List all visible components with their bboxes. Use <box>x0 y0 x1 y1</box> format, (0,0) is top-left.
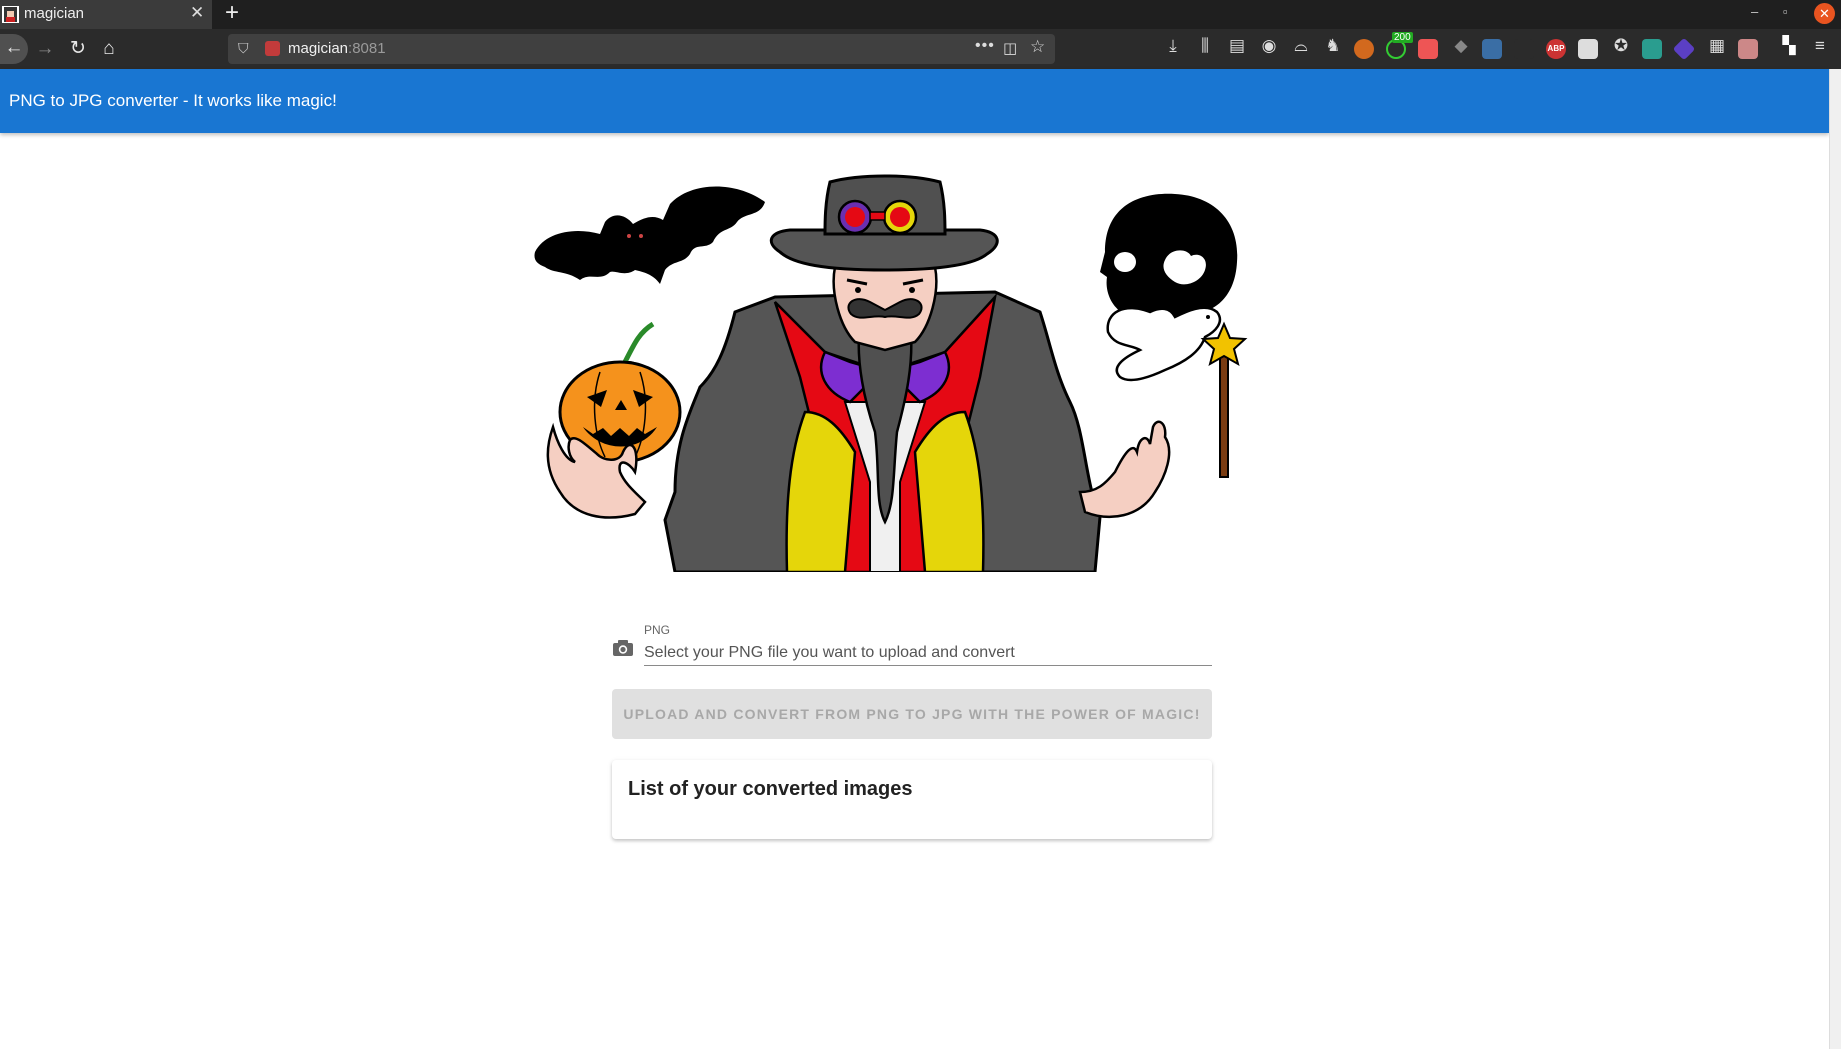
minimize-window-icon[interactable]: – <box>1751 4 1758 19</box>
extension-tampermonkey-icon[interactable] <box>1418 39 1438 59</box>
extension-grid-icon[interactable]: ▦ <box>1706 36 1728 56</box>
restore-window-icon[interactable]: ▫ <box>1783 4 1788 19</box>
home-icon[interactable]: ⌂ <box>95 35 123 63</box>
extension-badge: 200 <box>1392 32 1413 43</box>
site-identity-icon[interactable] <box>265 41 280 56</box>
extension-box-icon[interactable] <box>1578 39 1598 59</box>
reload-icon[interactable]: ↻ <box>64 35 92 63</box>
sidebar-icon[interactable]: ▤ <box>1226 36 1248 56</box>
tab-close-icon[interactable]: ✕ <box>190 3 204 23</box>
extension-gnu-icon[interactable]: ♞ <box>1322 36 1344 56</box>
converted-images-card: List of your converted images <box>612 760 1212 839</box>
magician-figure <box>663 174 1102 572</box>
extensions-icon[interactable]: ▚ <box>1778 36 1800 56</box>
extension-pink-icon[interactable] <box>1738 39 1758 59</box>
adblock-icon[interactable]: ABP <box>1546 39 1566 59</box>
png-field-label: PNG <box>644 623 671 637</box>
new-tab-plus-icon[interactable]: + <box>225 0 239 26</box>
browser-navigation-bar: ← → ↻ ⌂ ⛉ magician:8081 ••• ◫ ☆ ⤓ ⫼ ▤ ◉ … <box>0 29 1841 69</box>
app-title: PNG to JPG converter - It works like mag… <box>9 91 337 110</box>
library-icon[interactable]: ⫼ <box>1194 36 1216 56</box>
tracking-shield-icon[interactable]: ⛉ <box>238 40 249 57</box>
back-arrow-icon[interactable]: ← <box>0 34 28 64</box>
downloads-icon[interactable]: ⤓ <box>1162 36 1184 56</box>
browser-tab-strip: magician ✕ + – ▫ ✕ <box>0 0 1841 29</box>
hamburger-menu-icon[interactable]: ≡ <box>1809 36 1831 56</box>
extension-hat-icon[interactable]: ⌓ <box>1290 36 1312 56</box>
converted-images-title: List of your converted images <box>628 778 913 800</box>
forward-arrow-icon[interactable]: → <box>31 35 59 63</box>
upload-and-convert-button[interactable]: Upload and convert from PNG to JPG with … <box>612 689 1212 739</box>
camera-icon[interactable] <box>612 639 634 657</box>
pocket-icon[interactable]: ◫ <box>1003 39 1017 57</box>
extension-translate-icon[interactable] <box>1482 39 1502 59</box>
address-bar[interactable]: ⛉ magician:8081 ••• ◫ ☆ <box>228 34 1055 64</box>
magic-wand-icon <box>1200 321 1248 478</box>
bookmark-star-icon[interactable]: ☆ <box>1030 37 1045 57</box>
magician-illustration <box>534 174 1248 572</box>
close-window-icon[interactable]: ✕ <box>1814 3 1835 24</box>
page-actions-menu-icon[interactable]: ••• <box>975 37 995 55</box>
extension-firebug-icon[interactable] <box>1354 39 1374 59</box>
account-icon[interactable]: ◉ <box>1258 36 1280 56</box>
page-scrollbar[interactable] <box>1829 69 1841 1049</box>
right-hand-icon <box>1078 420 1171 519</box>
extension-diamond-icon[interactable] <box>1672 37 1696 61</box>
url-text: magician:8081 <box>288 40 386 57</box>
png-file-input-field[interactable]: PNG <box>612 618 1212 668</box>
extension-cookie-icon[interactable]: ✪ <box>1610 36 1632 56</box>
bat-icon <box>534 186 765 284</box>
dove-icon <box>1106 306 1222 382</box>
tab-title: magician <box>24 5 85 22</box>
browser-tab-magician[interactable]: magician ✕ <box>0 0 212 29</box>
extension-mail-icon[interactable] <box>1642 39 1662 59</box>
png-file-input[interactable] <box>644 640 1212 666</box>
extension-hidden-icon[interactable] <box>1514 39 1534 59</box>
app-toolbar: PNG to JPG converter - It works like mag… <box>0 69 1829 133</box>
magician-favicon-icon <box>2 6 19 23</box>
extension-arrow-icon[interactable]: ◆ <box>1450 36 1472 56</box>
